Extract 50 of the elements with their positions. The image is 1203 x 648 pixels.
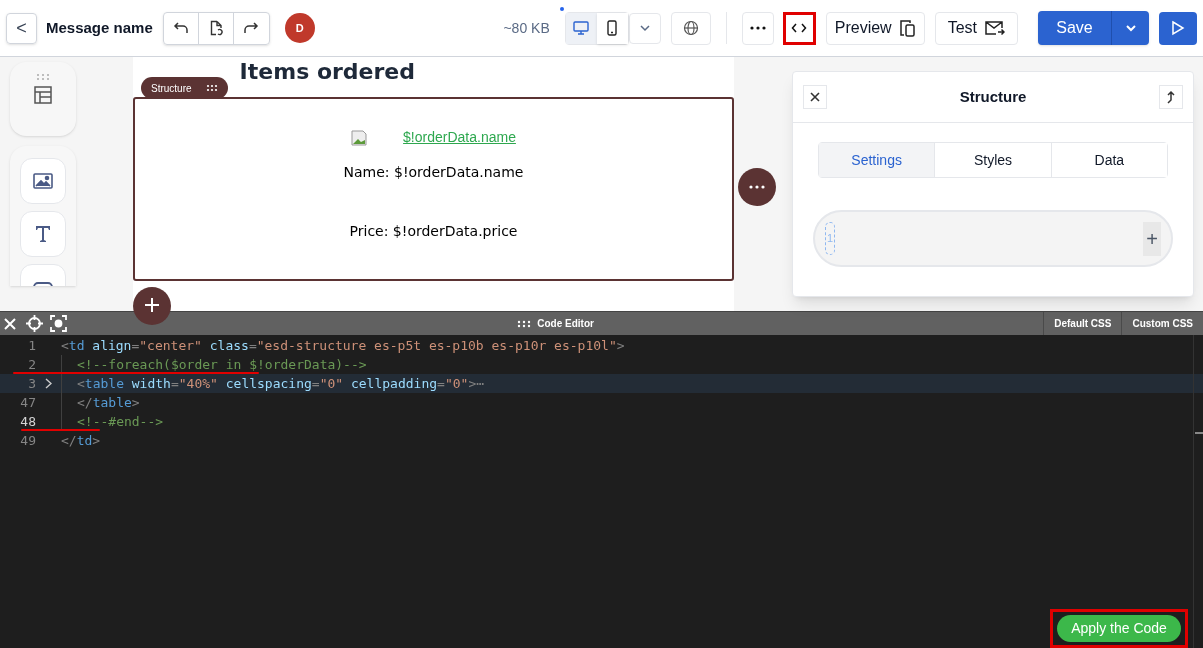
add-icon[interactable] — [133, 287, 171, 325]
code-line: </td> — [61, 433, 101, 448]
preview-button[interactable]: Preview — [825, 11, 925, 45]
panel-tab[interactable]: Data — [1050, 143, 1167, 177]
select-parent-icon[interactable] — [1159, 85, 1183, 109]
panel-tab[interactable]: Settings — [819, 143, 935, 177]
line-number: 49 — [19, 431, 36, 450]
order-name-link[interactable]: $!orderData.name — [403, 127, 516, 148]
structure-card[interactable]: $!orderData.name Name: $!orderData.name Price: $!orderData.price — [133, 97, 734, 281]
add-column-button[interactable]: + — [1143, 221, 1161, 256]
code-comment: <!--#end--> — [77, 414, 164, 429]
code-line: </table> — [77, 395, 140, 410]
layout-icon — [34, 86, 52, 104]
broken-image-icon — [351, 129, 368, 146]
line-number: 2 — [27, 355, 36, 374]
line-number: 1 — [27, 336, 36, 355]
heading: Items ordered — [239, 58, 416, 86]
more-icon[interactable] — [738, 168, 776, 206]
target-icon[interactable] — [24, 313, 44, 334]
text-block-icon[interactable] — [20, 211, 66, 257]
drag-handle-icon[interactable] — [205, 84, 218, 92]
structure-block-panel[interactable] — [10, 62, 76, 136]
message-size: ~80 KB — [503, 18, 550, 38]
desktop-icon[interactable] — [565, 12, 597, 44]
drag-handle-icon[interactable] — [517, 319, 532, 328]
price-text: Price: $!orderData.price — [349, 222, 518, 241]
devices-icon — [897, 19, 916, 37]
drag-handle-icon[interactable] — [36, 74, 50, 80]
code-comment: <!--foreach($order in $!orderData)--> — [77, 357, 367, 372]
focus-icon[interactable] — [48, 313, 68, 334]
panel-title: Structure — [958, 86, 1028, 107]
code-editor-title: Code Editor — [537, 317, 594, 331]
globe-icon[interactable] — [670, 11, 711, 45]
close-icon[interactable] — [803, 85, 827, 109]
line-number: 47 — [19, 393, 36, 412]
test-button[interactable]: Test — [934, 11, 1018, 45]
message-name: Message name — [46, 17, 153, 38]
back-button[interactable]: < — [6, 12, 37, 44]
code-icon[interactable] — [782, 11, 816, 45]
play-icon[interactable] — [1159, 11, 1197, 45]
line-number: 3 — [27, 374, 36, 393]
line-number: 48 — [19, 412, 36, 431]
code-line: <td align="center" class="esd-structure es-p5t es-p10b es-p10r es-p10l"> — [61, 338, 625, 353]
structure-label[interactable]: Structure — [141, 77, 228, 99]
user-avatar[interactable]: D — [284, 13, 315, 43]
image-block-icon[interactable] — [20, 158, 66, 204]
name-text: Name: $!orderData.name — [343, 163, 524, 182]
mail-send-icon — [985, 20, 1005, 36]
mobile-icon[interactable] — [596, 12, 628, 44]
code-line: <table width="40%" cellspacing="0" cellpadding="0">⋯ — [77, 376, 485, 391]
